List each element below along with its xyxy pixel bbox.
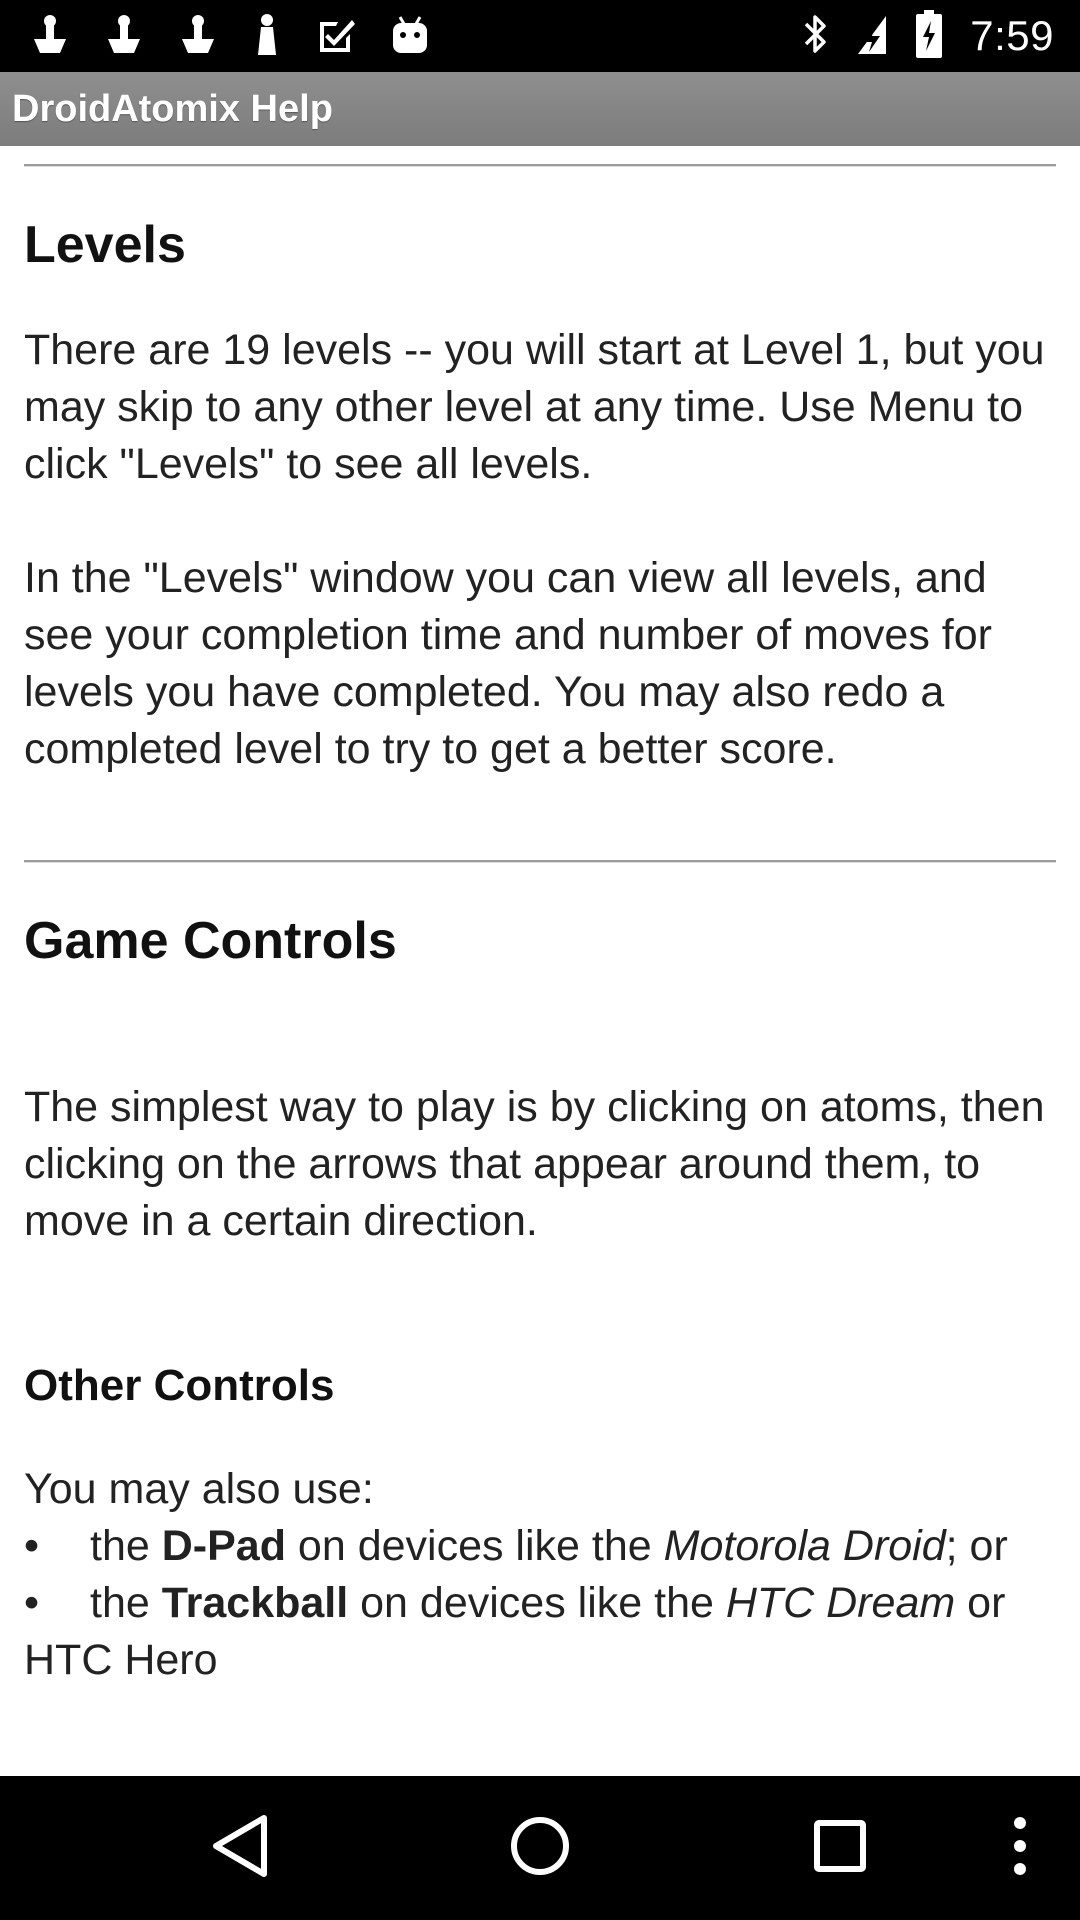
- recents-button[interactable]: [780, 1776, 900, 1920]
- battery-icon: [914, 9, 944, 64]
- bluetooth-icon: [802, 12, 830, 61]
- status-bar: 7:59: [0, 0, 1080, 72]
- overflow-menu-button[interactable]: [980, 1776, 1060, 1920]
- list-item: • the D-Pad on devices like the Motorola …: [24, 1518, 1056, 1575]
- app-title: DroidAtomix Help: [12, 88, 333, 130]
- section-divider: [24, 860, 1056, 863]
- home-button[interactable]: [480, 1776, 600, 1920]
- other-controls-heading: Other Controls: [24, 1361, 335, 1410]
- list-item: • the Trackball on devices like the HTC D…: [24, 1575, 1056, 1689]
- title-bar: DroidAtomix Help: [0, 72, 1080, 146]
- signal-icon: [856, 12, 888, 61]
- game-controls-paragraph: The simplest way to play is by clicking …: [24, 1083, 1045, 1245]
- game-controls-heading: Game Controls: [24, 912, 397, 970]
- bullet: •: [24, 1522, 40, 1570]
- notification-icon: [252, 13, 282, 59]
- notification-icon: [104, 13, 144, 59]
- notification-icon: [30, 13, 70, 59]
- levels-paragraph-1: There are 19 levels -- you will start at…: [24, 326, 1045, 488]
- control-name: D-Pad: [161, 1522, 286, 1570]
- back-icon: [210, 1814, 270, 1883]
- control-name: Trackball: [161, 1579, 349, 1627]
- back-button[interactable]: [180, 1776, 300, 1920]
- recents-icon: [814, 1819, 866, 1877]
- levels-paragraph-2: In the "Levels" window you can view all …: [24, 554, 992, 773]
- section-divider: [24, 164, 1056, 167]
- bullet: •: [24, 1579, 40, 1627]
- notification-icon: [178, 13, 218, 59]
- controls-list: • the D-Pad on devices like the Motorola …: [24, 1518, 1056, 1689]
- device-name: HTC Dream: [725, 1579, 956, 1627]
- help-document: Levels There are 19 levels -- you will s…: [24, 146, 1056, 1689]
- clock: 7:59: [970, 12, 1054, 59]
- levels-heading: Levels: [24, 216, 186, 274]
- device-name: Motorola Droid: [663, 1522, 946, 1570]
- help-content[interactable]: Levels There are 19 levels -- you will s…: [0, 146, 1080, 1776]
- android-icon: [390, 15, 430, 57]
- notification-icons: [30, 12, 430, 60]
- navigation-bar: [0, 1776, 1080, 1920]
- checkmark-icon: [316, 16, 356, 56]
- system-status: 7:59: [802, 0, 1054, 72]
- home-icon: [510, 1816, 570, 1881]
- other-controls-intro: You may also use:: [24, 1465, 374, 1513]
- menu-icon: [1013, 1816, 1027, 1881]
